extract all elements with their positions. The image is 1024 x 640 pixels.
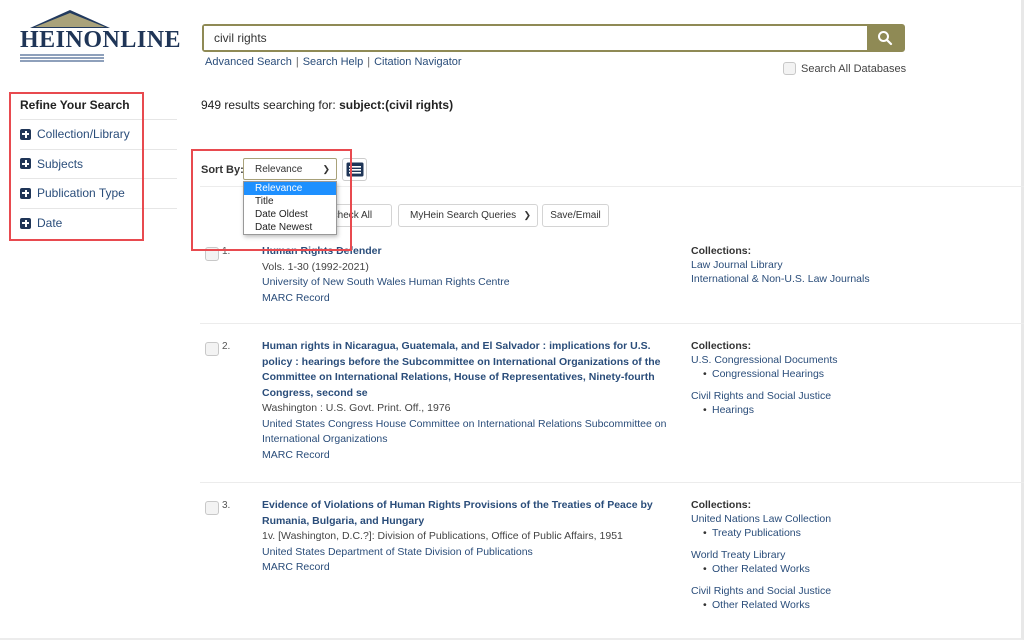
sidebar-item-date[interactable]: Date bbox=[20, 209, 177, 239]
sub-collection-link[interactable]: Treaty Publications bbox=[691, 526, 1011, 540]
search-all-databases: Search All Databases bbox=[783, 62, 906, 75]
plus-icon bbox=[20, 158, 31, 170]
chevron-down-icon: ❯ bbox=[523, 210, 531, 220]
result-meta: 1v. [Washington, D.C.?]: Division of Pub… bbox=[262, 530, 623, 542]
plus-icon bbox=[20, 128, 31, 140]
search-icon bbox=[878, 31, 893, 46]
result-number: 3. bbox=[222, 500, 231, 511]
search-links: Advanced Search | Search Help | Citation Nav… bbox=[205, 56, 462, 68]
collection-group: U.S. Congressional Documents Congression… bbox=[691, 353, 1011, 381]
result-title[interactable]: Human Rights Defender bbox=[262, 244, 672, 260]
logo-text-hein: HEIN bbox=[20, 27, 84, 53]
collection-link[interactable]: International & Non-U.S. Law Journals bbox=[691, 272, 1011, 286]
heinonline-logo[interactable]: HEINONLINE bbox=[20, 10, 181, 63]
search-input[interactable] bbox=[204, 26, 867, 50]
collection-link[interactable]: Civil Rights and Social Justice bbox=[691, 389, 1011, 403]
sidebar-item-label: Subjects bbox=[37, 156, 84, 171]
collections-label: Collections: bbox=[691, 340, 752, 352]
sidebar-item-label: Publication Type bbox=[37, 186, 125, 201]
sort-option-date-newest[interactable]: Date Newest bbox=[244, 221, 336, 234]
save-email-button[interactable]: Save/Email bbox=[542, 204, 609, 227]
result-title[interactable]: Evidence of Violations of Human Rights P… bbox=[262, 498, 672, 529]
sub-collection-link[interactable]: Other Related Works bbox=[691, 562, 1011, 576]
result-collections: Collections: United Nations Law Collecti… bbox=[691, 498, 1011, 620]
logo-text-online: ONLINE bbox=[83, 27, 182, 53]
sub-collection-link[interactable]: Hearings bbox=[691, 403, 1011, 417]
collection-group: World Treaty Library Other Related Works bbox=[691, 548, 1011, 576]
marc-record-link[interactable]: MARC Record bbox=[262, 560, 672, 576]
sort-by-label: Sort By: bbox=[201, 164, 244, 176]
myhein-search-queries-select[interactable]: MyHein Search Queries ❯ bbox=[398, 204, 538, 227]
collection-link[interactable]: Law Journal Library bbox=[691, 258, 1011, 272]
divider bbox=[200, 323, 1024, 324]
search-all-label: Search All Databases bbox=[801, 62, 907, 75]
advanced-search-link[interactable]: Advanced Search bbox=[205, 56, 292, 68]
collection-group: Civil Rights and Social Justice Hearings bbox=[691, 389, 1011, 417]
collection-group: Civil Rights and Social Justice Other Re… bbox=[691, 584, 1011, 612]
sort-by-select[interactable]: Relevance ❯ bbox=[243, 158, 337, 180]
search-button[interactable] bbox=[867, 26, 903, 50]
result-title[interactable]: Human rights in Nicaragua, Guatemala, an… bbox=[262, 339, 672, 401]
citation-navigator-link[interactable]: Citation Navigator bbox=[374, 56, 461, 68]
sidebar-item-collection-library[interactable]: Collection/Library bbox=[20, 120, 177, 150]
results-count: 949 results searching for: subject:(civi… bbox=[201, 98, 453, 112]
view-toggle-button[interactable] bbox=[342, 158, 367, 181]
result-body: Human rights in Nicaragua, Guatemala, an… bbox=[262, 339, 672, 463]
sort-option-relevance[interactable]: Relevance bbox=[244, 182, 336, 195]
logo-steps bbox=[20, 54, 104, 63]
collections-label: Collections: bbox=[691, 499, 752, 511]
collection-link[interactable]: U.S. Congressional Documents bbox=[691, 353, 1011, 367]
sort-selected-value: Relevance bbox=[255, 163, 303, 175]
sidebar-item-publication-type[interactable]: Publication Type bbox=[20, 179, 177, 209]
sub-collection-link[interactable]: Congressional Hearings bbox=[691, 367, 1011, 381]
sort-option-date-oldest[interactable]: Date Oldest bbox=[244, 208, 336, 221]
result-author-link[interactable]: United States Congress House Committee o… bbox=[262, 417, 672, 448]
myhein-label: MyHein Search Queries bbox=[410, 210, 517, 221]
sidebar-title: Refine Your Search bbox=[20, 93, 177, 120]
result-author-link[interactable]: United States Department of State Divisi… bbox=[262, 545, 672, 561]
link-separator: | bbox=[367, 56, 371, 68]
result-author-link[interactable]: University of New South Wales Human Righ… bbox=[262, 275, 672, 291]
results-query: subject:(civil rights) bbox=[339, 98, 454, 112]
result-collections: Collections: Law Journal Library Interna… bbox=[691, 244, 1011, 286]
sidebar-item-label: Date bbox=[37, 216, 63, 231]
marc-record-link[interactable]: MARC Record bbox=[262, 448, 672, 464]
collections-label: Collections: bbox=[691, 245, 752, 257]
search-help-link[interactable]: Search Help bbox=[303, 56, 364, 68]
search-bar bbox=[202, 24, 905, 52]
marc-record-link[interactable]: MARC Record bbox=[262, 291, 672, 307]
result-body: Evidence of Violations of Human Rights P… bbox=[262, 498, 672, 576]
chevron-down-icon: ❯ bbox=[322, 164, 330, 174]
result-collections: Collections: U.S. Congressional Document… bbox=[691, 339, 1011, 425]
logo-roof-fill bbox=[35, 13, 105, 27]
search-all-checkbox[interactable] bbox=[783, 62, 796, 75]
result-meta: Washington : U.S. Govt. Print. Off., 197… bbox=[262, 402, 451, 414]
results-count-text: 949 results searching for: bbox=[201, 98, 340, 112]
refine-sidebar: Refine Your Search Collection/Library Su… bbox=[20, 93, 177, 238]
result-number: 1. bbox=[222, 246, 231, 257]
result-meta: Vols. 1-30 (1992-2021) bbox=[262, 260, 369, 273]
result-number: 2. bbox=[222, 341, 231, 352]
sidebar-item-subjects[interactable]: Subjects bbox=[20, 150, 177, 179]
collection-link[interactable]: World Treaty Library bbox=[691, 548, 1011, 562]
plus-icon bbox=[20, 217, 31, 229]
result-checkbox[interactable] bbox=[205, 501, 219, 515]
collection-link[interactable]: Civil Rights and Social Justice bbox=[691, 584, 1011, 598]
list-view-icon bbox=[346, 162, 363, 177]
plus-icon bbox=[20, 187, 31, 199]
result-checkbox[interactable] bbox=[205, 342, 219, 356]
link-separator: | bbox=[295, 56, 299, 68]
result-body: Human Rights Defender Vols. 1-30 (1992-2… bbox=[262, 244, 672, 306]
sidebar-item-label: Collection/Library bbox=[37, 127, 130, 142]
sort-option-title[interactable]: Title bbox=[244, 195, 336, 208]
result-checkbox[interactable] bbox=[205, 247, 219, 261]
sub-collection-link[interactable]: Other Related Works bbox=[691, 598, 1011, 612]
collection-link[interactable]: United Nations Law Collection bbox=[691, 512, 1011, 526]
collection-group: United Nations Law Collection Treaty Pub… bbox=[691, 512, 1011, 540]
sort-dropdown-list: Relevance Title Date Oldest Date Newest bbox=[243, 181, 337, 235]
divider bbox=[200, 482, 1024, 483]
logo-text: HEINONLINE bbox=[20, 27, 181, 54]
